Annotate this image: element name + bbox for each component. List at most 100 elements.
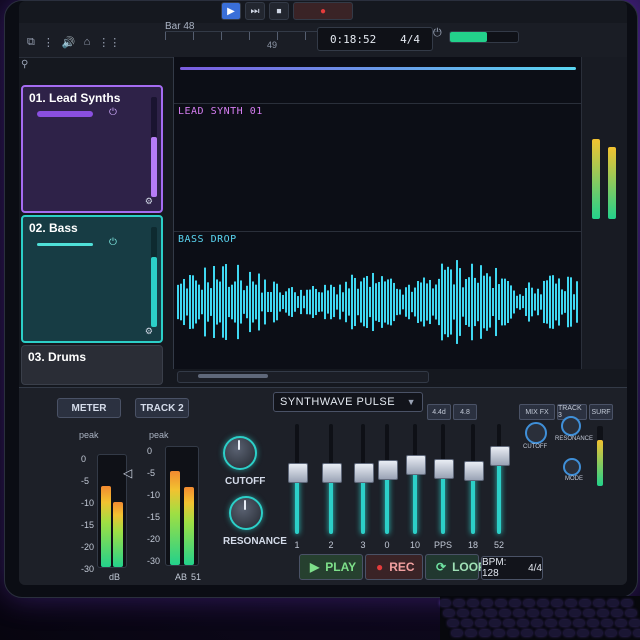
arrange-view[interactable]: LEAD SYNTH 01 BASS DROP: [173, 57, 582, 369]
track2-button[interactable]: TRACK 2: [135, 398, 189, 418]
mini-head[interactable]: SURF: [589, 404, 613, 420]
keyboard-key: [462, 620, 472, 626]
keyboard-key: [564, 630, 574, 636]
tempo-display[interactable]: BPM: 128 4/4: [481, 556, 543, 580]
preset-selector[interactable]: SYNTHWAVE PULSE ▼: [273, 392, 423, 412]
scale-tick-label: -10: [147, 490, 161, 500]
keyboard-key: [482, 600, 492, 606]
track-lead-synths[interactable]: 01. Lead Synths ⏻ ⚙: [21, 85, 163, 213]
play-button[interactable]: ▶ PLAY: [299, 554, 363, 580]
lane-bass-drop[interactable]: BASS DROP: [174, 231, 582, 368]
keyboard-key: [620, 630, 630, 636]
power-icon[interactable]: ⏻: [433, 27, 442, 40]
fx-section: 4.4d 4.8 MIX FX TRACK 3 SURF CUTOFF RESO…: [427, 404, 627, 556]
keyboard-key: [602, 620, 612, 626]
channel-fader[interactable]: [354, 424, 374, 534]
track-name: 03. Drums: [28, 350, 87, 364]
waveform-lead: [177, 125, 578, 211]
keyboard-key: [528, 610, 538, 616]
keyboard-key: [458, 610, 468, 616]
mini-cutoff-label: CUTOFF: [523, 444, 548, 450]
channel-fader[interactable]: [322, 424, 342, 534]
keyboard-key: [570, 610, 580, 616]
time-display: 0:18:52 4/4: [317, 27, 433, 51]
lane-lead-synth[interactable]: LEAD SYNTH 01: [174, 103, 582, 230]
fader-level: [413, 465, 417, 534]
home-icon[interactable]: ⌂: [84, 36, 91, 48]
mixer-icon[interactable]: ⧉: [27, 36, 35, 49]
fader-cap[interactable]: [378, 460, 398, 481]
volume-icon[interactable]: 🔊: [62, 36, 76, 49]
laptop-bezel: ▶ ⏭ ⏹ ● ⧉ ⋮ 🔊 ⌂ ⋮⋮ ⚲ Bar 48 49 0:18:52 4…: [4, 0, 638, 598]
keyboard-key: [622, 600, 632, 606]
ab-value: 51: [191, 572, 202, 582]
skip-icon: ⏭: [250, 5, 260, 17]
track-drums[interactable]: 03. Drums: [21, 345, 163, 385]
keyboard-key: [500, 610, 510, 616]
keyboard-key: [452, 630, 462, 636]
scale-tick-label: -20: [147, 534, 161, 544]
track-name: 01. Lead Synths: [29, 91, 121, 105]
rec-label: REC: [389, 560, 415, 574]
power-icon[interactable]: ⏻: [109, 237, 117, 248]
mode-mini-knob[interactable]: [563, 458, 581, 476]
keyboard-key: [518, 620, 528, 626]
stop-button[interactable]: ⏹: [269, 2, 289, 20]
horizontal-scrollbar[interactable]: [177, 371, 429, 383]
channel-fader[interactable]: [406, 424, 426, 534]
play-label: PLAY: [325, 560, 357, 574]
track-fader[interactable]: [37, 111, 93, 117]
skip-button[interactable]: ⏭: [245, 2, 265, 20]
cutoff-mini-knob[interactable]: [525, 422, 547, 444]
keyboard-key: [524, 600, 534, 606]
resonance-mini-knob[interactable]: [561, 416, 581, 436]
more-icon[interactable]: ⋮: [43, 36, 54, 49]
record-button[interactable]: ● REC: [365, 554, 423, 580]
loop-button[interactable]: ⟳ LOOP: [425, 554, 486, 580]
keyboard-key: [594, 600, 604, 606]
mini-head[interactable]: 4.4d: [427, 404, 451, 420]
track-bass[interactable]: 02. Bass ⏻ ⚙: [21, 215, 163, 343]
meter-button[interactable]: METER: [57, 398, 121, 418]
record-transport-button[interactable]: ●: [293, 2, 353, 20]
keyboard-key: [546, 620, 556, 626]
scale-tick-label: -5: [147, 468, 156, 478]
gear-icon[interactable]: ⚙: [145, 196, 153, 207]
keyboard-key: [592, 630, 602, 636]
cutoff-label: CUTOFF: [225, 476, 266, 487]
mini-head[interactable]: MIX FX: [519, 404, 555, 420]
gear-icon[interactable]: ⚙: [145, 326, 153, 337]
keyboard-key: [606, 630, 616, 636]
scroll-thumb[interactable]: [198, 374, 268, 378]
channel-fader[interactable]: [378, 424, 398, 534]
channel-fader[interactable]: [288, 424, 308, 534]
keyboard-key: [508, 630, 518, 636]
fader-number: 10: [409, 540, 420, 550]
keyboard-key: [480, 630, 490, 636]
grid-icon[interactable]: ⋮⋮: [98, 36, 120, 49]
fader-level: [385, 471, 389, 534]
play-transport-button[interactable]: ▶: [221, 2, 241, 20]
search-bar[interactable]: ⚲: [21, 59, 157, 73]
ab-label: AB: [175, 572, 188, 582]
preset-name: SYNTHWAVE PULSE: [280, 396, 396, 408]
resonance-knob[interactable]: [229, 496, 263, 530]
cutoff-knob[interactable]: [223, 436, 257, 470]
keyboard-key: [468, 600, 478, 606]
keyboard-key: [550, 630, 560, 636]
fader-cap[interactable]: [406, 454, 426, 475]
fader-cap[interactable]: [322, 462, 342, 483]
mini-head[interactable]: 4.8: [453, 404, 477, 420]
fader-cap[interactable]: [288, 462, 308, 483]
power-icon[interactable]: ⏻: [109, 107, 117, 118]
stop-icon: ⏹: [276, 5, 282, 17]
track-fader[interactable]: [37, 243, 93, 246]
fader-level: [361, 473, 365, 534]
fader-cap[interactable]: [354, 462, 374, 483]
chevron-down-icon: ▼: [406, 397, 416, 407]
peak-marker-icon: ◁: [123, 466, 133, 480]
waveform-bass: [177, 260, 578, 344]
master-level[interactable]: [449, 31, 519, 43]
daw-screen: ▶ ⏭ ⏹ ● ⧉ ⋮ 🔊 ⌂ ⋮⋮ ⚲ Bar 48 49 0:18:52 4…: [19, 1, 627, 585]
keyboard-key: [444, 610, 454, 616]
